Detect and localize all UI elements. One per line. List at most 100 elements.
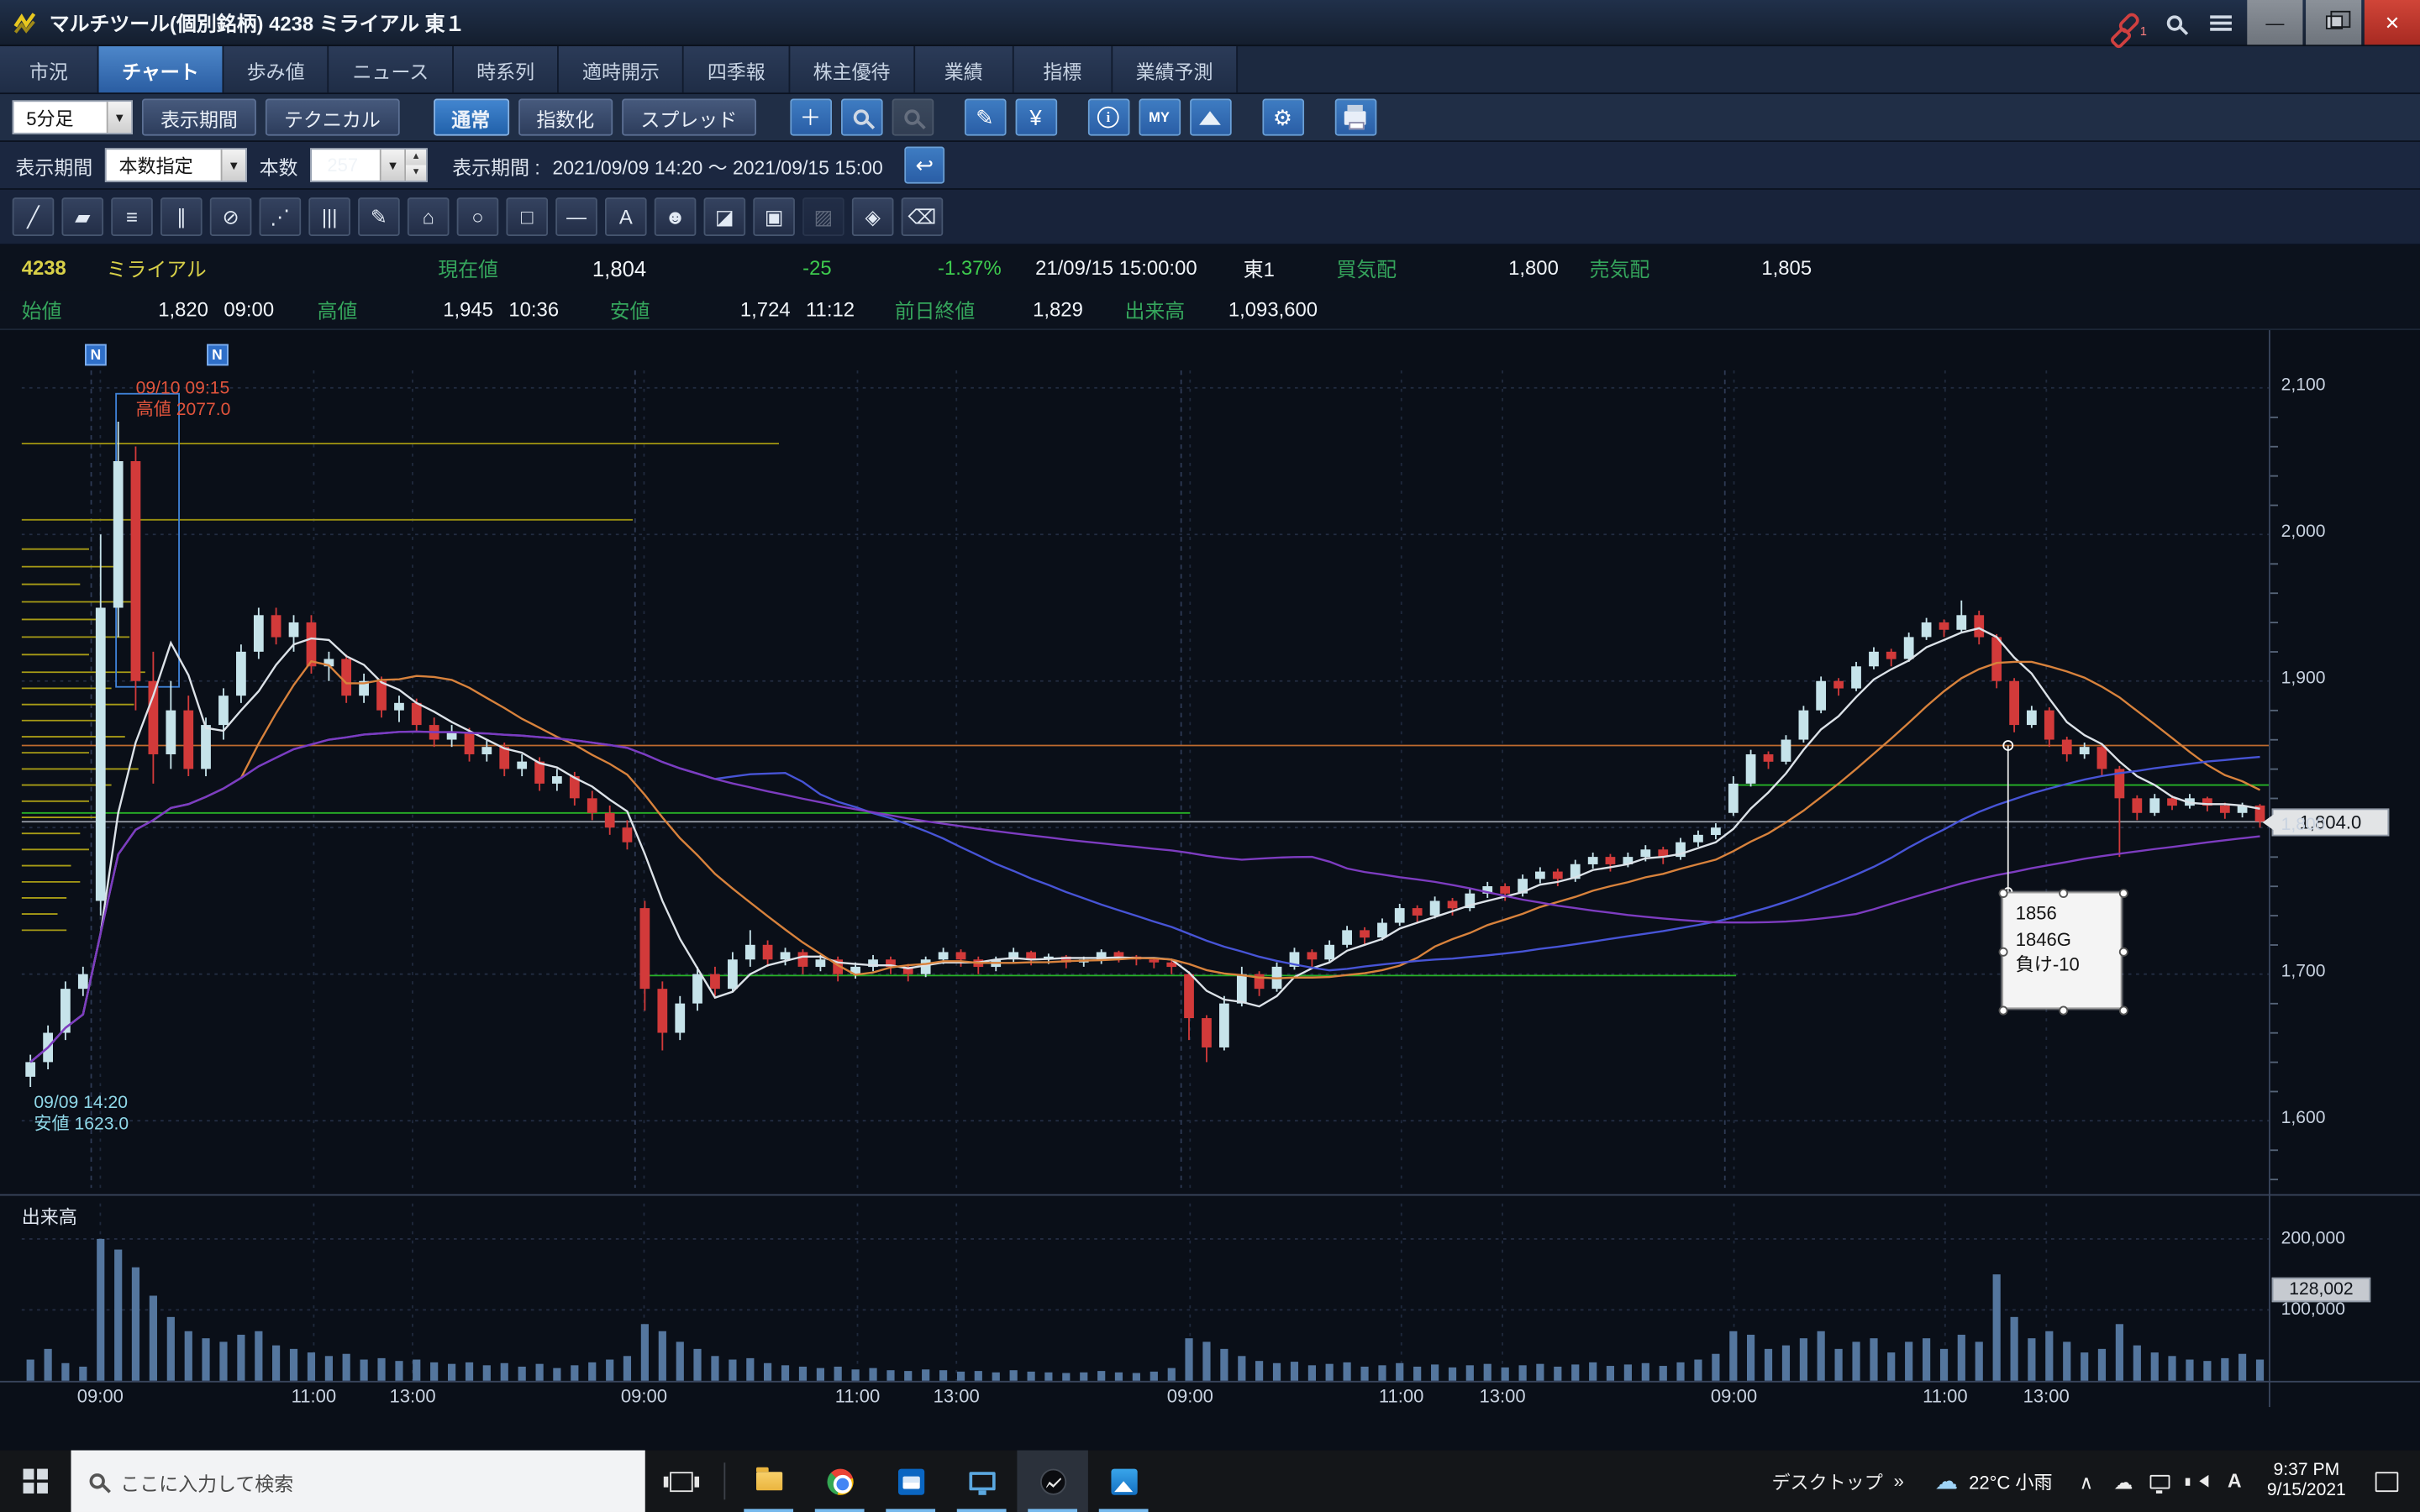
tool-copy-icon[interactable]: ▣ xyxy=(753,197,795,236)
taskbar-chrome[interactable] xyxy=(804,1451,875,1512)
tool-gann-fan-icon[interactable]: ⋰ xyxy=(260,197,302,236)
resize-handle[interactable] xyxy=(1999,1006,2008,1016)
tab-ticks[interactable]: 歩み値 xyxy=(224,46,329,92)
add-icon[interactable]: ＋ xyxy=(790,99,832,136)
ime-mode-indicator[interactable]: A xyxy=(2216,1470,2253,1492)
resize-handle[interactable] xyxy=(2059,889,2068,898)
hidden-icons-chevron[interactable]: ∧ xyxy=(2068,1469,2105,1493)
close-button[interactable]: ✕ xyxy=(2365,0,2420,45)
search-icon xyxy=(90,1473,105,1488)
resize-handle[interactable] xyxy=(2059,1006,2068,1016)
tool-trendline-icon[interactable]: ╱ xyxy=(13,197,55,236)
tool-parallel-lines-icon[interactable]: ∥ xyxy=(160,197,203,236)
zoom-out-icon[interactable] xyxy=(892,99,934,136)
taskbar-photos[interactable] xyxy=(1088,1451,1159,1512)
tool-select-icon[interactable]: ▨ xyxy=(802,197,844,236)
taskbar-search-input[interactable]: ここに入力して検索 xyxy=(71,1451,644,1512)
yen-icon[interactable]: ¥ xyxy=(1015,99,1057,136)
prev-close-label: 前日終値 xyxy=(895,295,976,324)
tool-fibonacci-arc-icon[interactable]: ⊘ xyxy=(210,197,252,236)
tool-delete-all-icon[interactable]: ⌫ xyxy=(902,197,944,236)
period-button[interactable]: 表示期間 xyxy=(142,99,256,136)
reset-period-icon[interactable]: ↩ xyxy=(904,146,944,183)
tool-delete-icon[interactable]: ◈ xyxy=(852,197,894,236)
normal-mode-button[interactable]: 通常 xyxy=(433,99,508,136)
tab-disclosure[interactable]: 適時開示 xyxy=(559,46,684,92)
tab-market[interactable]: 市況 xyxy=(0,46,99,92)
price-axis-label: 1,800 xyxy=(2281,816,2326,835)
count-label: 本数 xyxy=(260,150,298,180)
onedrive-cloud-icon[interactable]: ☁ xyxy=(2105,1469,2142,1493)
pane-divider[interactable] xyxy=(0,1194,2420,1196)
quote-datetime: 21/09/15 15:00:00 xyxy=(1035,256,1197,280)
range-value: 2021/09/09 14:20 ～ 2021/09/15 15:00 xyxy=(553,150,883,180)
tab-benefits[interactable]: 株主優待 xyxy=(790,46,915,92)
taskbar-clock[interactable]: 9:37 PM 9/15/2021 xyxy=(2253,1460,2360,1502)
volume-icon[interactable] xyxy=(2179,1475,2216,1488)
taskbar-outlook[interactable] xyxy=(875,1451,945,1512)
minimize-button[interactable]: — xyxy=(2247,0,2302,45)
start-button[interactable] xyxy=(0,1451,71,1512)
low-annotation: 09/09 14:20 安値 1623.0 xyxy=(34,1092,129,1135)
tool-time-zones-icon[interactable]: ||| xyxy=(308,197,350,236)
spin-up-icon[interactable]: ▲ xyxy=(406,150,426,165)
tool-horizontal-segment-icon[interactable]: — xyxy=(555,197,597,236)
task-view-button[interactable] xyxy=(645,1451,716,1512)
search-icon[interactable] xyxy=(2151,0,2197,45)
area-chart-icon[interactable] xyxy=(1189,99,1231,136)
technical-button[interactable]: テクニカル xyxy=(266,99,399,136)
tool-text-icon[interactable]: A xyxy=(605,197,647,236)
zoom-in-icon[interactable] xyxy=(840,99,882,136)
info-icon[interactable]: i xyxy=(1087,99,1129,136)
price-change-percent: -1.37% xyxy=(893,256,1002,280)
tool-horizontal-lines-icon[interactable]: ≡ xyxy=(111,197,153,236)
maximize-button[interactable] xyxy=(2306,0,2361,45)
tab-shikiho[interactable]: 四季報 xyxy=(684,46,790,92)
chevron-down-icon[interactable]: ▼ xyxy=(380,150,404,181)
my-chart-icon[interactable]: MY xyxy=(1139,99,1181,136)
network-icon[interactable] xyxy=(2142,1474,2179,1488)
resize-handle[interactable] xyxy=(2119,1006,2128,1016)
tab-forecast[interactable]: 業績予測 xyxy=(1113,46,1238,92)
tool-freehand-icon[interactable]: ✎ xyxy=(358,197,400,236)
tab-indicators[interactable]: 指標 xyxy=(1013,46,1113,92)
menu-icon[interactable] xyxy=(2198,0,2244,45)
tool-pentagon-icon[interactable]: ⌂ xyxy=(408,197,450,236)
taskbar-weather[interactable]: ☁ 22°C 小雨 xyxy=(1919,1467,2068,1495)
spin-down-icon[interactable]: ▼ xyxy=(406,165,426,181)
news-marker[interactable]: N xyxy=(85,344,107,366)
print-icon[interactable] xyxy=(1334,99,1376,136)
volume-chart[interactable] xyxy=(22,1204,2269,1381)
resize-handle[interactable] xyxy=(2119,889,2128,898)
resize-handle[interactable] xyxy=(1999,948,2008,957)
indexed-mode-button[interactable]: 指数化 xyxy=(518,99,613,136)
tool-rectangle-icon[interactable]: □ xyxy=(506,197,548,236)
tab-news[interactable]: ニュース xyxy=(329,46,454,92)
tool-ellipse-icon[interactable]: ○ xyxy=(457,197,499,236)
draw-icon[interactable]: ✎ xyxy=(964,99,1006,136)
resize-handle[interactable] xyxy=(1999,889,2008,898)
count-spinner[interactable]: 257 ▼ ▲▼ xyxy=(310,148,428,181)
taskbar-file-explorer[interactable] xyxy=(733,1451,803,1512)
tab-results[interactable]: 業績 xyxy=(915,46,1014,92)
taskbar-trading-app[interactable] xyxy=(1017,1451,1087,1512)
settings-icon[interactable]: ⚙ xyxy=(1262,99,1304,136)
tab-timeseries[interactable]: 時系列 xyxy=(454,46,560,92)
spread-mode-button[interactable]: スプレッド xyxy=(622,99,755,136)
interval-select[interactable]: 5分足 ▼ xyxy=(13,100,133,134)
count-mode-select[interactable]: 本数指定 ▼ xyxy=(105,148,247,181)
link-icon[interactable]: 1 xyxy=(2105,0,2151,45)
trade-note-box[interactable]: 1856 1846G 負け-10 xyxy=(2002,892,2122,1010)
news-marker[interactable]: N xyxy=(207,344,229,366)
price-chart[interactable] xyxy=(22,370,2269,1188)
taskbar-remote-desktop[interactable] xyxy=(946,1451,1017,1512)
tool-eraser-icon[interactable]: ▰ xyxy=(61,197,103,236)
desktop-toolbar[interactable]: デスクトップ » xyxy=(1756,1468,1919,1494)
resize-handle[interactable] xyxy=(2119,948,2128,957)
app-window: マルチツール(個別銘柄) 4238 ミライアル 東１ 1 — ✕ 市況チャート歩… xyxy=(0,0,2420,1512)
tab-chart[interactable]: チャート xyxy=(99,46,224,92)
action-center-button[interactable] xyxy=(2360,1471,2412,1491)
tool-icon-stamp-icon[interactable]: ☻ xyxy=(655,197,697,236)
tool-anchor-icon[interactable]: ◪ xyxy=(704,197,746,236)
volume-pane-bottom xyxy=(0,1381,2420,1383)
